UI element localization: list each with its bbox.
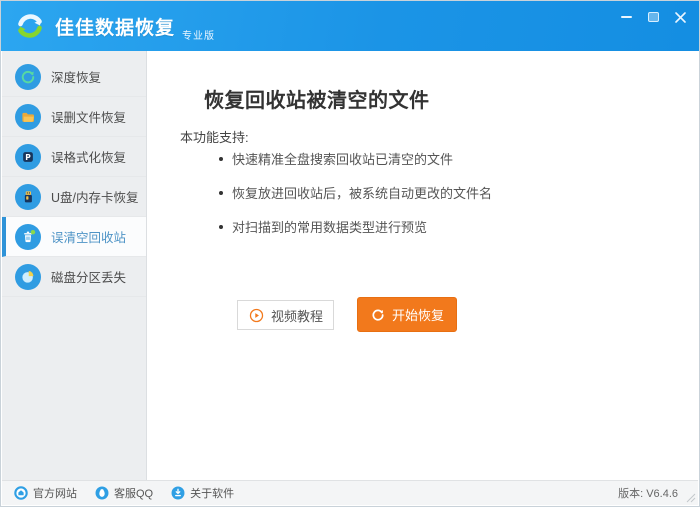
about-software-link[interactable]: 关于软件	[171, 485, 234, 501]
sidebar-item-recycle-bin-recovery[interactable]: 误清空回收站	[2, 217, 146, 257]
sidebar-item-format-recovery[interactable]: P 误格式化恢复	[2, 137, 146, 177]
sidebar-item-label: 误清空回收站	[51, 231, 127, 245]
video-tutorial-button[interactable]: 视频教程	[237, 300, 334, 330]
about-download-icon	[171, 486, 185, 500]
resize-grip[interactable]	[686, 493, 696, 503]
svg-text:P: P	[25, 153, 31, 162]
main-panel: 恢复回收站被清空的文件 本功能支持: 快速精准全盘搜索回收站已清空的文件 恢复放…	[147, 51, 698, 480]
close-button[interactable]	[671, 8, 689, 26]
edition-badge: 专业版	[182, 31, 216, 42]
statusbar: 官方网站 客服QQ 关于软件 版本: V6.4.6	[2, 480, 698, 505]
minimize-button[interactable]	[617, 8, 635, 26]
usb-card-icon	[15, 183, 41, 210]
home-icon	[14, 486, 28, 500]
sidebar-item-label: 磁盘分区丢失	[51, 271, 127, 285]
page-title: 恢复回收站被清空的文件	[204, 90, 430, 112]
sidebar: 深度恢复 误删文件恢复 P 误格式化恢复 U盘/内存卡恢复 误清空回收站 磁盘分…	[2, 51, 147, 480]
deep-scan-refresh-icon	[15, 63, 41, 90]
titlebar: 佳佳数据恢复 专业版	[1, 1, 699, 51]
official-website-label: 官方网站	[33, 488, 77, 500]
version-text: 版本: V6.4.6	[618, 488, 678, 500]
feature-item: 恢复放进回收站后，被系统自动更改的文件名	[219, 183, 492, 202]
sidebar-item-label: U盘/内存卡恢复	[51, 191, 139, 205]
app-logo-icon	[18, 14, 42, 38]
format-recovery-icon: P	[15, 143, 41, 170]
feature-list: 快速精准全盘搜索回收站已清空的文件 恢复放进回收站后，被系统自动更改的文件名 对…	[219, 149, 492, 251]
deleted-file-folder-icon	[15, 103, 41, 130]
feature-item: 快速精准全盘搜索回收站已清空的文件	[219, 149, 492, 168]
sidebar-item-label: 深度恢复	[51, 71, 102, 85]
qq-support-label: 客服QQ	[114, 488, 154, 500]
sidebar-item-disk-partition-lost[interactable]: 磁盘分区丢失	[2, 257, 146, 297]
maximize-button[interactable]	[644, 8, 662, 26]
sidebar-item-label: 误删文件恢复	[51, 111, 127, 125]
start-recovery-button[interactable]: 开始恢复	[357, 297, 457, 332]
official-website-link[interactable]: 官方网站	[14, 485, 77, 501]
recycle-bin-trash-icon	[15, 223, 41, 250]
feature-item: 对扫描到的常用数据类型进行预览	[219, 217, 492, 236]
about-software-label: 关于软件	[190, 488, 235, 500]
minimize-icon	[620, 16, 632, 18]
sidebar-item-usb-card-recovery[interactable]: U盘/内存卡恢复	[2, 177, 146, 217]
sidebar-item-label: 误格式化恢复	[51, 151, 127, 165]
video-tutorial-label: 视频教程	[270, 308, 323, 324]
close-icon	[674, 11, 686, 23]
sidebar-item-deleted-file-recovery[interactable]: 误删文件恢复	[2, 97, 146, 137]
app-title: 佳佳数据恢复	[55, 17, 176, 39]
maximize-icon	[647, 12, 659, 22]
qq-support-link[interactable]: 客服QQ	[95, 485, 153, 501]
refresh-icon	[372, 309, 384, 321]
disk-partition-pie-icon	[15, 263, 41, 290]
app-window: 佳佳数据恢复 专业版 深度恢复 误删文件恢复 P 误格式化恢复 U盘/内存卡恢复…	[0, 0, 700, 507]
qq-icon	[95, 486, 109, 500]
support-label: 本功能支持:	[180, 130, 249, 145]
start-recovery-label: 开始恢复	[391, 308, 444, 323]
sidebar-item-deep-recovery[interactable]: 深度恢复	[2, 57, 146, 97]
play-icon	[249, 308, 264, 322]
